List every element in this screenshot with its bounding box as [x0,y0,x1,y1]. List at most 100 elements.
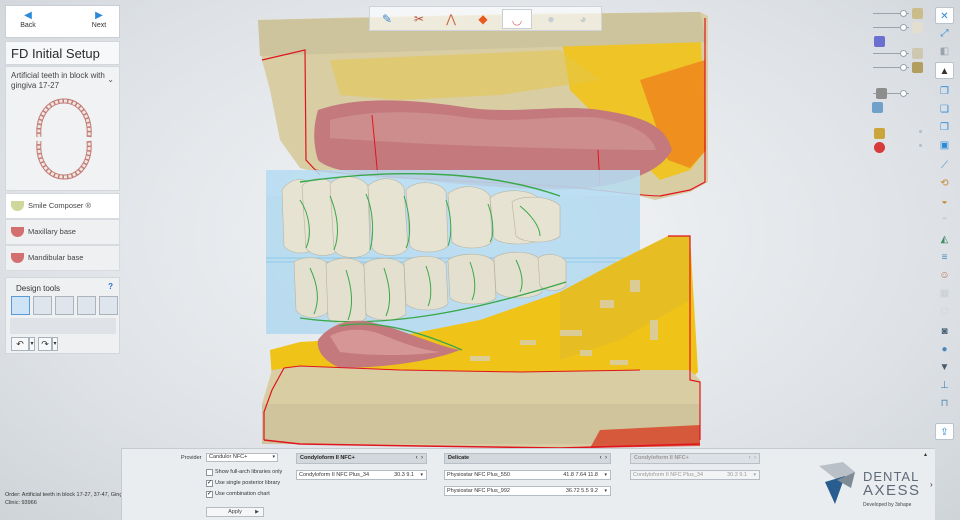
dental-arch-diagram[interactable] [33,97,95,181]
dental-axess-logo: DENTAL AXESS Developed by 3shape [815,458,930,513]
articulator-thumb-icon [874,36,885,47]
cube-icon[interactable]: ▣ [935,137,954,154]
close-icon[interactable]: ✕ [935,7,954,24]
teeth-thumb-icon [912,22,923,33]
grid-icon[interactable]: ▦ [935,285,954,302]
visibility-slider-6[interactable] [873,88,923,100]
library-select[interactable]: Physiostar NFC Plus_550 41.8 7.64 11.8 ▾ [444,470,611,480]
library-header: Condyloform II NFC+ ‹ › [630,453,760,464]
visibility-slider-7[interactable] [872,102,923,114]
lower-model [262,235,701,449]
cap-icon[interactable]: ▲ [935,62,954,79]
checkbox-full-arch[interactable] [206,469,213,476]
export-icon[interactable]: ⇪ [935,423,954,440]
3d-viewport[interactable] [0,0,960,520]
copy-icon[interactable]: ❏ [935,101,954,118]
lower-teeth [293,251,567,325]
collapse-icon[interactable]: ▴ [924,451,927,458]
scan-thumb-icon [876,88,887,99]
shield-icon[interactable]: ▼ [935,359,954,376]
tool-sculpt-icon[interactable] [77,296,96,315]
measure-icon[interactable]: ⟋ [935,157,954,174]
visibility-slider-1[interactable] [873,8,923,20]
library-header: Condyloform II NFC+ ‹ › [296,453,427,464]
pencil-icon[interactable]: ✎ [372,9,402,29]
mandibular-icon [11,253,24,263]
face-icon[interactable]: ☺ [935,267,954,284]
design-tools-panel: Design tools ? ↶ ▾ ↷ ▾ [5,277,120,354]
lower-model-thumb-icon [912,62,923,73]
step-smile-composer[interactable]: Smile Composer ® [5,193,120,219]
undo-dropdown-icon[interactable]: ▾ [29,337,35,351]
tooth-color-icon[interactable]: ◆ [468,9,498,29]
landmark-icon[interactable]: ⊥ [935,377,954,394]
visibility-slider-2[interactable] [873,22,923,34]
help-icon[interactable]: ? [108,282,113,291]
tool-smooth-icon[interactable] [99,296,118,315]
visibility-slider-9[interactable] [873,142,923,154]
tooth-align-icon[interactable]: ⟲ [935,175,954,192]
library-nav[interactable]: ‹ › [749,454,756,463]
arrow-left-icon: ◀ [24,10,32,21]
stack-icon[interactable]: ≡ [935,249,954,266]
clipping-icon[interactable]: ◧ [935,43,954,60]
apply-button[interactable]: Apply ▶ [206,507,264,517]
library-header: Delicate ‹ › [444,453,611,464]
occlusal-plane [266,170,640,334]
logo-mark-icon [819,462,855,504]
undo-icon[interactable]: ↶ [11,337,29,351]
chevron-down-icon[interactable]: ⌄ [107,75,114,84]
sphere-blue-icon[interactable]: ● [935,341,954,358]
dropdown-arrow-icon: ▾ [604,472,607,478]
library-select[interactable]: Condyloform II NFC Plus_34 30.3 9.1 ▾ [296,470,427,480]
visibility-slider-3[interactable] [873,36,923,48]
sphere-icon[interactable]: ● [536,9,566,29]
arrow-right-icon: ▶ [95,10,103,21]
expand-right-icon[interactable]: › [930,480,933,489]
visibility-slider-5[interactable] [873,62,923,74]
view-fix-icon[interactable]: ⊓ [935,395,954,412]
maxillary-icon [11,227,24,237]
sphere-rotate-icon[interactable]: ◕ [568,9,598,29]
tool-move-teeth-icon[interactable] [11,296,30,315]
fit-view-icon[interactable]: ⤢ [935,25,954,42]
copy2-icon[interactable]: ❐ [935,119,954,136]
play-icon: ▶ [255,509,259,515]
layers-icon[interactable]: ❐ [935,83,954,100]
tool-scale-icon[interactable] [55,296,74,315]
tooth-roots-icon[interactable]: ⋀ [436,9,466,29]
camera-icon[interactable]: ◙ [935,323,954,340]
lower-teeth-thumb-icon [912,48,923,59]
next-button[interactable]: ▶ Next [79,9,119,37]
library-select[interactable]: Condyloform II NFC Plus_34 30.3 9.1 ▾ [630,470,760,480]
checkbox-combination-chart[interactable]: ✓ [206,491,213,498]
provider-select[interactable]: Candulor NFC+ ▾ [206,453,278,462]
right-toolbar: ✕ ⤢ ◧ ▲ ❐ ❏ ❐ ▣ ⟋ ⟲ ◒ ◓ ◭ ≡ ☺ ▦ □ ◙ ● ▼ … [935,5,956,445]
square-icon[interactable]: □ [935,303,954,320]
library-nav[interactable]: ‹ › [416,454,423,463]
dropdown-arrow-icon: ▾ [604,488,607,494]
redo-icon[interactable]: ↷ [38,337,52,351]
step-maxillary-base[interactable]: Maxillary base [5,219,120,245]
visibility-slider-8[interactable] [873,128,923,140]
gingiva-icon[interactable]: ◡ [502,9,532,29]
checkbox-combination-chart-label: Use combination chart [215,491,270,497]
library-nav[interactable]: ‹ › [600,454,607,463]
tooth-section-icon[interactable]: ◭ [935,231,954,248]
scissors-icon[interactable]: ✂ [404,9,434,29]
provider-label: Provider [181,455,202,461]
tool-rotate-icon[interactable] [33,296,52,315]
top-toolbar: ✎ ✂ ⋀ ◆ ◡ ● ◕ [369,6,602,31]
step-mandibular-base[interactable]: Mandibular base [5,245,120,271]
antagonist-thumb-icon [872,102,883,113]
restoration-label: Artificial teeth in block with gingiva 1… [11,71,105,90]
marker-thumb-icon [874,142,885,153]
wizard-nav: ◀ Back ▶ Next [5,5,120,38]
visibility-slider-4[interactable] [873,48,923,60]
tooth-show-icon[interactable]: ◒ [935,193,954,210]
redo-dropdown-icon[interactable]: ▾ [52,337,58,351]
back-button[interactable]: ◀ Back [8,9,48,37]
tooth-hide-icon[interactable]: ◓ [935,211,954,228]
library-select[interactable]: Physiostar NFC Plus_992 36.72 5.5 9.2 ▾ [444,486,611,496]
checkbox-single-posterior[interactable]: ✓ [206,480,213,487]
